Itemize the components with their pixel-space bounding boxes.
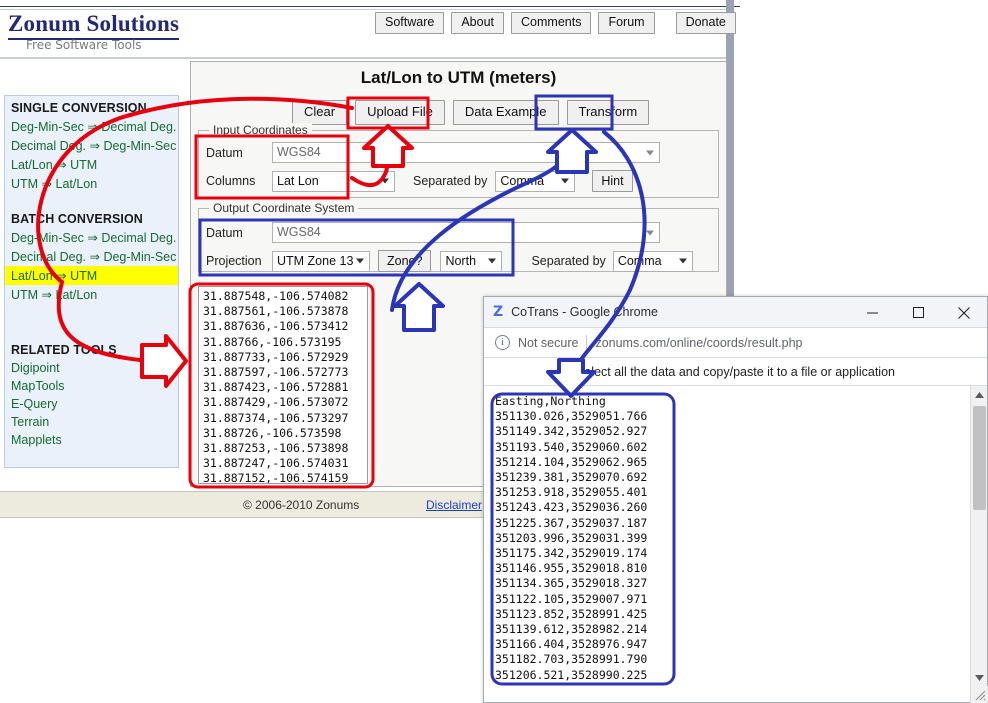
output-datum-row: Datum WGS84 <box>206 222 660 243</box>
output-hemisphere-select[interactable]: North <box>440 250 503 272</box>
header-divider <box>0 57 726 59</box>
vertical-scrollbar[interactable] <box>970 386 988 703</box>
chrome-instruction-message: Select all the data and copy/paste it to… <box>484 359 987 385</box>
sidebar-heading-single: SINGLE CONVERSION <box>11 101 147 115</box>
clear-button[interactable]: Clear <box>292 100 348 125</box>
chevron-down-icon <box>646 150 654 155</box>
nav-button-software[interactable]: Software <box>375 12 445 34</box>
top-navigation: Software About Comments Forum Donate <box>375 12 736 34</box>
sidebar-item-dms-to-dd[interactable]: Deg-Min-Sec ⇒ Decimal Deg. <box>5 117 178 136</box>
screenshot-root: Zonum Solutions Free Software Tools Soft… <box>0 0 988 703</box>
sidebar-item-batch-latlon-to-utm[interactable]: Lat/Lon ⇒ UTM <box>5 266 178 285</box>
close-icon[interactable] <box>941 297 987 328</box>
output-projection-select[interactable]: UTM Zone 13 <box>272 250 370 272</box>
input-columns-row: Columns Lat Lon Separated by Comma Hint <box>206 170 633 192</box>
chrome-window-title: CoTrans - Google Chrome <box>511 305 658 319</box>
output-datum-value: WGS84 <box>277 225 321 239</box>
input-datum-label: Datum <box>206 145 243 160</box>
chevron-down-icon <box>646 230 654 235</box>
input-separator-value: Comma <box>500 173 545 188</box>
chrome-logo-icon: Z <box>493 304 504 320</box>
output-separator-select[interactable]: Comma <box>612 250 693 272</box>
url-text: zonums.com/online/coords/result.php <box>595 335 803 350</box>
scroll-down-arrow-icon[interactable] <box>971 669 988 686</box>
input-columns-value: Lat Lon <box>277 173 319 188</box>
output-projection-label: Projection <box>206 254 262 268</box>
chevron-down-icon <box>561 178 570 184</box>
sidebar: SINGLE CONVERSION Deg-Min-Sec ⇒ Decimal … <box>4 95 179 468</box>
output-projection-row: Projection UTM Zone 13 Zone? North Separ… <box>206 250 693 272</box>
scroll-up-arrow-icon[interactable] <box>971 386 988 403</box>
output-separated-label: Separated by <box>531 254 606 268</box>
input-fieldset-legend: Input Coordinates <box>209 123 312 137</box>
resize-grip-icon[interactable] <box>972 687 986 701</box>
sidebar-item-mapplets[interactable]: Mapplets <box>5 431 178 449</box>
output-datum-label: Datum <box>206 225 243 240</box>
sidebar-item-batch-dd-to-dms[interactable]: Decimal Deg. ⇒ Deg-Min-Sec <box>5 247 178 266</box>
input-coordinates-textarea[interactable]: 31.887548,-106.574082 31.887561,-106.573… <box>198 286 368 484</box>
page-top-rule <box>0 9 734 10</box>
sidebar-heading-related: RELATED TOOLS <box>11 343 117 357</box>
results-output-text[interactable]: Easting,Northing 351130.026,3529051.766 … <box>495 394 925 683</box>
nav-button-comments[interactable]: Comments <box>511 12 592 34</box>
site-tagline: Free Software Tools <box>26 38 142 52</box>
input-datum-value: WGS84 <box>277 145 321 159</box>
sidebar-item-equery[interactable]: E-Query <box>5 395 178 413</box>
maximize-icon[interactable] <box>895 297 941 328</box>
sidebar-heading-batch: BATCH CONVERSION <box>11 212 143 226</box>
sidebar-item-maptools[interactable]: MapTools <box>5 377 178 395</box>
sidebar-item-digipoint[interactable]: Digipoint <box>5 359 178 377</box>
security-status-label: Not secure <box>518 335 579 350</box>
chrome-window: Z CoTrans - Google Chrome i Not secure z… <box>483 296 988 703</box>
chrome-content-area: Easting,Northing 351130.026,3529051.766 … <box>484 385 988 703</box>
input-datum-row: Datum WGS84 <box>206 142 660 163</box>
sidebar-item-batch-dms-to-dd[interactable]: Deg-Min-Sec ⇒ Decimal Deg. <box>5 228 178 247</box>
chevron-down-icon <box>356 258 364 264</box>
tool-action-buttons: Clear Upload File Data Example Transform <box>292 100 650 125</box>
input-columns-label: Columns <box>206 174 256 188</box>
upload-file-button[interactable]: Upload File <box>355 100 445 125</box>
nav-button-about[interactable]: About <box>451 12 505 34</box>
sidebar-item-batch-utm-to-latlon[interactable]: UTM ⇒ Lat/Lon <box>5 285 178 304</box>
input-columns-select[interactable]: Lat Lon <box>272 170 395 192</box>
site-brand[interactable]: Zonum Solutions <box>8 11 180 40</box>
urlbar-divider <box>586 334 588 351</box>
chevron-down-icon <box>381 178 389 184</box>
sidebar-item-terrain[interactable]: Terrain <box>5 413 178 431</box>
nav-button-forum[interactable]: Forum <box>598 12 655 34</box>
output-separator-value: Comma <box>617 253 662 268</box>
transform-button[interactable]: Transform <box>566 100 650 125</box>
chrome-urlbar[interactable]: i Not secure zonums.com/online/coords/re… <box>484 328 987 358</box>
input-datum-select[interactable]: WGS84 <box>272 142 660 163</box>
window-controls <box>849 297 987 328</box>
chevron-down-icon <box>678 258 687 264</box>
hint-button[interactable]: Hint <box>592 170 633 192</box>
minimize-icon[interactable] <box>849 297 895 328</box>
page-title: Lat/Lon to UTM (meters) <box>360 68 557 87</box>
chevron-down-icon <box>488 258 497 264</box>
chrome-titlebar[interactable]: Z CoTrans - Google Chrome <box>484 297 987 328</box>
output-projection-value: UTM Zone 13 <box>277 253 354 268</box>
footer-copyright: © 2006-2010 Zonums <box>243 498 360 512</box>
info-circle-icon[interactable]: i <box>495 335 510 350</box>
input-separated-label: Separated by <box>413 174 488 188</box>
zone-help-button[interactable]: Zone? <box>378 250 432 272</box>
footer-disclaimer-link[interactable]: Disclaimer <box>426 498 482 512</box>
output-hemisphere-value: North <box>445 253 477 268</box>
scrollbar-thumb[interactable] <box>973 406 986 510</box>
browser-top-edge <box>0 0 740 7</box>
sidebar-item-latlon-to-utm[interactable]: Lat/Lon ⇒ UTM <box>5 155 178 174</box>
data-example-button[interactable]: Data Example <box>452 100 559 125</box>
output-fieldset-legend: Output Coordinate System <box>209 201 359 215</box>
sidebar-item-utm-to-latlon[interactable]: UTM ⇒ Lat/Lon <box>5 174 178 193</box>
output-datum-select[interactable]: WGS84 <box>272 222 660 243</box>
sidebar-item-dd-to-dms[interactable]: Decimal Deg. ⇒ Deg-Min-Sec <box>5 136 178 155</box>
input-separator-select[interactable]: Comma <box>495 170 576 192</box>
nav-button-donate[interactable]: Donate <box>675 12 736 34</box>
